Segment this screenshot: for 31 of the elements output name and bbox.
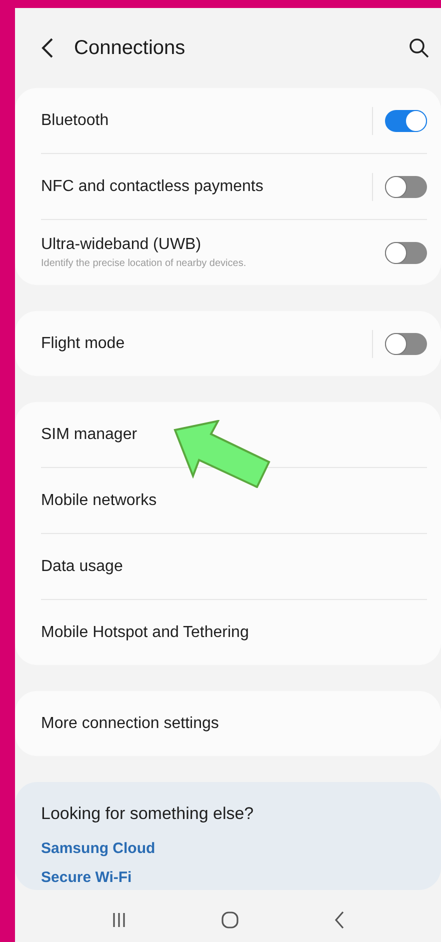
settings-item[interactable]: Flight mode <box>41 311 427 376</box>
item-label: Ultra-wideband (UWB) <box>41 236 202 254</box>
suggestions-title: Looking for something else? <box>41 804 255 824</box>
toggle-switch[interactable] <box>385 176 427 198</box>
item-label: Mobile networks <box>41 492 158 510</box>
settings-item[interactable]: SIM manager <box>41 402 427 467</box>
back-icon[interactable] <box>40 37 54 59</box>
toggle-switch[interactable] <box>385 110 427 132</box>
item-label: SIM manager <box>41 426 138 444</box>
search-icon[interactable] <box>409 38 429 58</box>
back-icon[interactable] <box>334 911 344 929</box>
item-label: Flight mode <box>41 334 126 352</box>
suggestion-link[interactable]: Samsung Cloud <box>41 840 415 857</box>
item-label: NFC and contactless payments <box>41 178 264 196</box>
page-title: Connections <box>74 36 186 60</box>
settings-item[interactable]: NFC and contactless payments <box>41 153 427 219</box>
item-label: Bluetooth <box>41 112 110 130</box>
settings-item[interactable]: Ultra-wideband (UWB) Identify the precise location of nearby devices. <box>41 219 427 285</box>
toggle-switch[interactable] <box>385 242 427 264</box>
settings-item[interactable]: Data usage <box>41 533 427 599</box>
item-label: More connection settings <box>41 714 220 732</box>
settings-item[interactable]: Mobile Hotspot and Tethering <box>41 599 427 665</box>
settings-item[interactable]: More connection settings <box>41 691 427 756</box>
item-description: Identify the precise location of nearby devices. <box>41 258 248 269</box>
home-icon[interactable] <box>220 911 239 929</box>
item-label: Data usage <box>41 558 124 576</box>
settings-item[interactable]: Bluetooth <box>41 88 427 153</box>
toggle-switch[interactable] <box>385 332 427 354</box>
suggestion-link[interactable]: Secure Wi-Fi <box>41 869 415 886</box>
recents-icon[interactable] <box>112 912 126 928</box>
item-label: Mobile Hotspot and Tethering <box>41 624 250 642</box>
